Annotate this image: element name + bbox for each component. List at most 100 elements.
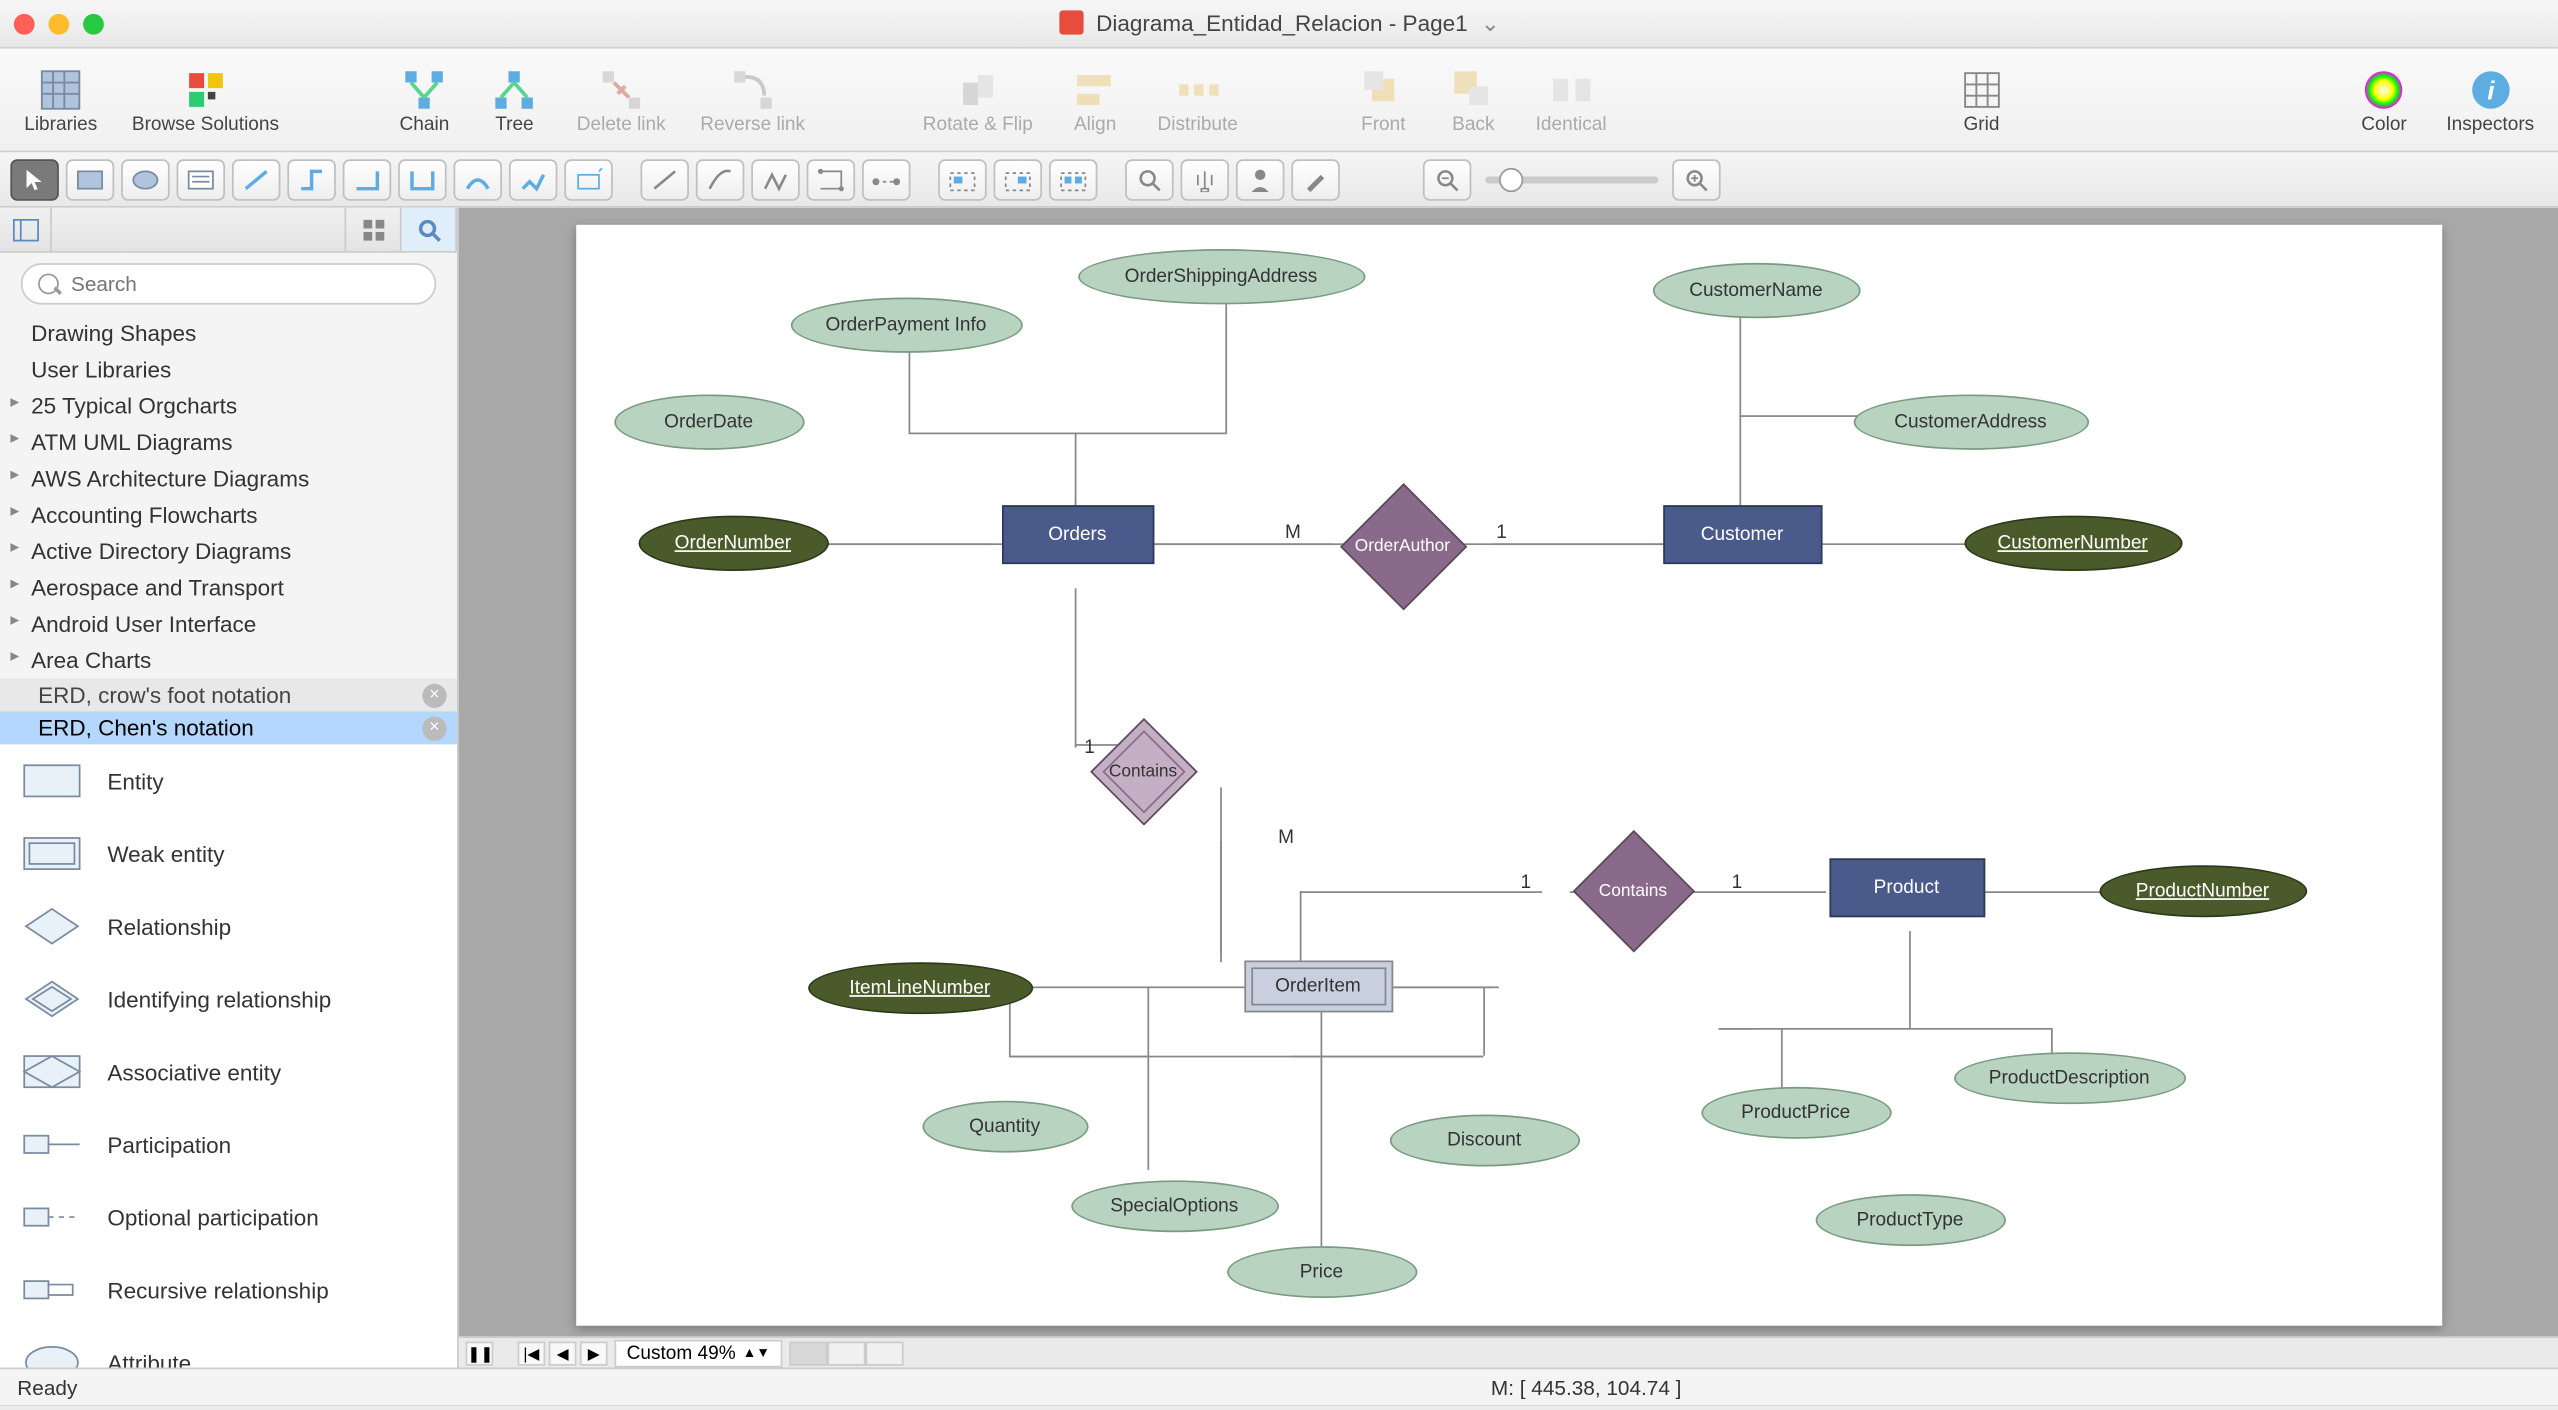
line-tool-1[interactable] xyxy=(640,158,688,200)
attr-productprice[interactable]: ProductPrice xyxy=(1701,1087,1891,1139)
search-input[interactable] xyxy=(21,263,436,305)
person-tool[interactable] xyxy=(1236,158,1284,200)
rel-contains-1[interactable]: Contains xyxy=(1089,718,1197,826)
sidebar-toggle-icon[interactable] xyxy=(0,208,52,251)
library-item[interactable]: Accounting Flowcharts xyxy=(0,497,457,533)
zoom-out-button[interactable] xyxy=(1423,158,1471,200)
pause-icon[interactable]: ❚❚ xyxy=(466,1341,494,1365)
attr-quantity[interactable]: Quantity xyxy=(922,1101,1088,1153)
attr-ordernumber[interactable]: OrderNumber xyxy=(638,516,828,571)
library-item[interactable]: AWS Architecture Diagrams xyxy=(0,460,457,496)
browse-label: Browse Solutions xyxy=(132,113,279,134)
color-label: Color xyxy=(2361,113,2407,134)
attr-productdescription[interactable]: ProductDescription xyxy=(1953,1052,2185,1104)
text-tool[interactable] xyxy=(177,158,225,200)
pencil-tool[interactable] xyxy=(1291,158,1339,200)
stencil-relationship[interactable]: Relationship xyxy=(0,890,457,963)
attr-discount[interactable]: Discount xyxy=(1389,1115,1579,1167)
window-title: Diagrama_Entidad_Relacion - Page1 ⌄ xyxy=(0,10,2558,38)
attr-ordershipping[interactable]: OrderShippingAddress xyxy=(1078,249,1365,304)
attr-customeraddress[interactable]: CustomerAddress xyxy=(1853,395,2088,450)
stencil-tab-chen[interactable]: ERD, Chen's notation× xyxy=(0,711,457,744)
connector-5[interactable] xyxy=(454,158,502,200)
library-list: Drawing Shapes User Libraries 25 Typical… xyxy=(0,315,457,679)
attr-orderdate[interactable]: OrderDate xyxy=(614,395,804,450)
rel-orderauthor[interactable]: OrderAuthor xyxy=(1339,483,1466,610)
zoom-tool[interactable] xyxy=(1125,158,1173,200)
stencil-attribute[interactable]: Attribute xyxy=(0,1326,457,1368)
stencil-participation[interactable]: Participation xyxy=(0,1108,457,1181)
chain-button[interactable]: Chain xyxy=(386,61,462,137)
library-item[interactable]: ATM UML Diagrams xyxy=(0,424,457,460)
group-tool-3[interactable] xyxy=(1049,158,1097,200)
library-item[interactable]: Drawing Shapes xyxy=(0,315,457,351)
line-tool-4[interactable] xyxy=(807,158,855,200)
stencil-associative-entity[interactable]: Associative entity xyxy=(0,1035,457,1108)
stencil-optional-participation[interactable]: Optional participation xyxy=(0,1181,457,1254)
prev-page-button[interactable]: ◀ xyxy=(549,1341,577,1365)
inspectors-label: Inspectors xyxy=(2446,113,2534,134)
connector-4[interactable] xyxy=(398,158,446,200)
group-tool-1[interactable] xyxy=(938,158,986,200)
stencil-tab-crowfoot[interactable]: ERD, crow's foot notation× xyxy=(0,679,457,712)
pan-tool[interactable] xyxy=(1181,158,1229,200)
color-button[interactable]: Color xyxy=(2346,61,2422,137)
browse-solutions-button[interactable]: Browse Solutions xyxy=(121,61,289,137)
page-tabs[interactable] xyxy=(789,1341,903,1365)
line-tool-5[interactable] xyxy=(862,158,910,200)
attr-price[interactable]: Price xyxy=(1226,1246,1416,1298)
stencil-identifying-relationship[interactable]: Identifying relationship xyxy=(0,962,457,1035)
grid-button[interactable]: Grid xyxy=(1943,61,2019,137)
first-page-button[interactable]: |◀ xyxy=(518,1341,546,1365)
entity-product[interactable]: Product xyxy=(1829,859,1985,918)
line-tool-2[interactable] xyxy=(696,158,744,200)
chain-label: Chain xyxy=(400,113,450,134)
canvas[interactable]: OrderDate OrderPayment Info OrderShippin… xyxy=(576,225,2442,1326)
zoom-in-button[interactable] xyxy=(1672,158,1720,200)
entity-customer[interactable]: Customer xyxy=(1663,505,1822,564)
distribute-label: Distribute xyxy=(1157,113,1237,134)
stencil-entity[interactable]: Entity xyxy=(0,744,457,817)
entity-orderitem[interactable]: OrderItem xyxy=(1244,961,1393,1013)
close-icon[interactable]: × xyxy=(422,684,446,708)
next-page-button[interactable]: ▶ xyxy=(580,1341,608,1365)
library-item[interactable]: User Libraries xyxy=(0,351,457,387)
attr-customernumber[interactable]: CustomerNumber xyxy=(1964,516,2182,571)
rel-contains-2[interactable]: Contains xyxy=(1572,830,1694,952)
attr-productnumber[interactable]: ProductNumber xyxy=(2099,866,2307,918)
connector-7[interactable] xyxy=(564,158,612,200)
library-item[interactable]: Aerospace and Transport xyxy=(0,569,457,605)
entity-orders[interactable]: Orders xyxy=(1001,505,1153,564)
connector-2[interactable] xyxy=(287,158,335,200)
library-item[interactable]: Area Charts xyxy=(0,642,457,678)
rect-tool[interactable] xyxy=(66,158,114,200)
cardinality: 1 xyxy=(1732,872,1743,893)
ellipse-tool[interactable] xyxy=(121,158,169,200)
zoom-level[interactable]: Custom 49%▲▼ xyxy=(615,1339,783,1367)
attr-itemlinenumber[interactable]: ItemLineNumber xyxy=(808,962,1033,1014)
close-icon[interactable]: × xyxy=(422,717,446,741)
tree-button[interactable]: Tree xyxy=(476,61,552,137)
library-item[interactable]: Active Directory Diagrams xyxy=(0,533,457,569)
zoom-slider[interactable] xyxy=(1485,176,1658,183)
connector-3[interactable] xyxy=(343,158,391,200)
library-item[interactable]: Android User Interface xyxy=(0,606,457,642)
library-item[interactable]: 25 Typical Orgcharts xyxy=(0,388,457,424)
stencil-recursive-relationship[interactable]: Recursive relationship xyxy=(0,1253,457,1326)
connector-1[interactable] xyxy=(232,158,280,200)
canvas-viewport[interactable]: OrderDate OrderPayment Info OrderShippin… xyxy=(459,208,2558,1337)
group-tool-2[interactable] xyxy=(994,158,1042,200)
line-tool-3[interactable] xyxy=(751,158,799,200)
stencil-weak-entity[interactable]: Weak entity xyxy=(0,817,457,890)
attr-orderpayment[interactable]: OrderPayment Info xyxy=(790,298,1022,353)
inspectors-button[interactable]: i Inspectors xyxy=(2436,61,2545,137)
libraries-button[interactable]: Libraries xyxy=(14,61,108,137)
attr-customername[interactable]: CustomerName xyxy=(1652,263,1860,318)
grid-view-icon[interactable] xyxy=(346,208,401,251)
search-view-icon[interactable] xyxy=(402,208,457,251)
chevron-down-icon[interactable]: ⌄ xyxy=(1481,10,1500,36)
attr-producttype[interactable]: ProductType xyxy=(1815,1194,2005,1246)
attr-specialoptions[interactable]: SpecialOptions xyxy=(1071,1181,1279,1233)
connector-6[interactable] xyxy=(509,158,557,200)
select-tool[interactable] xyxy=(10,158,58,200)
